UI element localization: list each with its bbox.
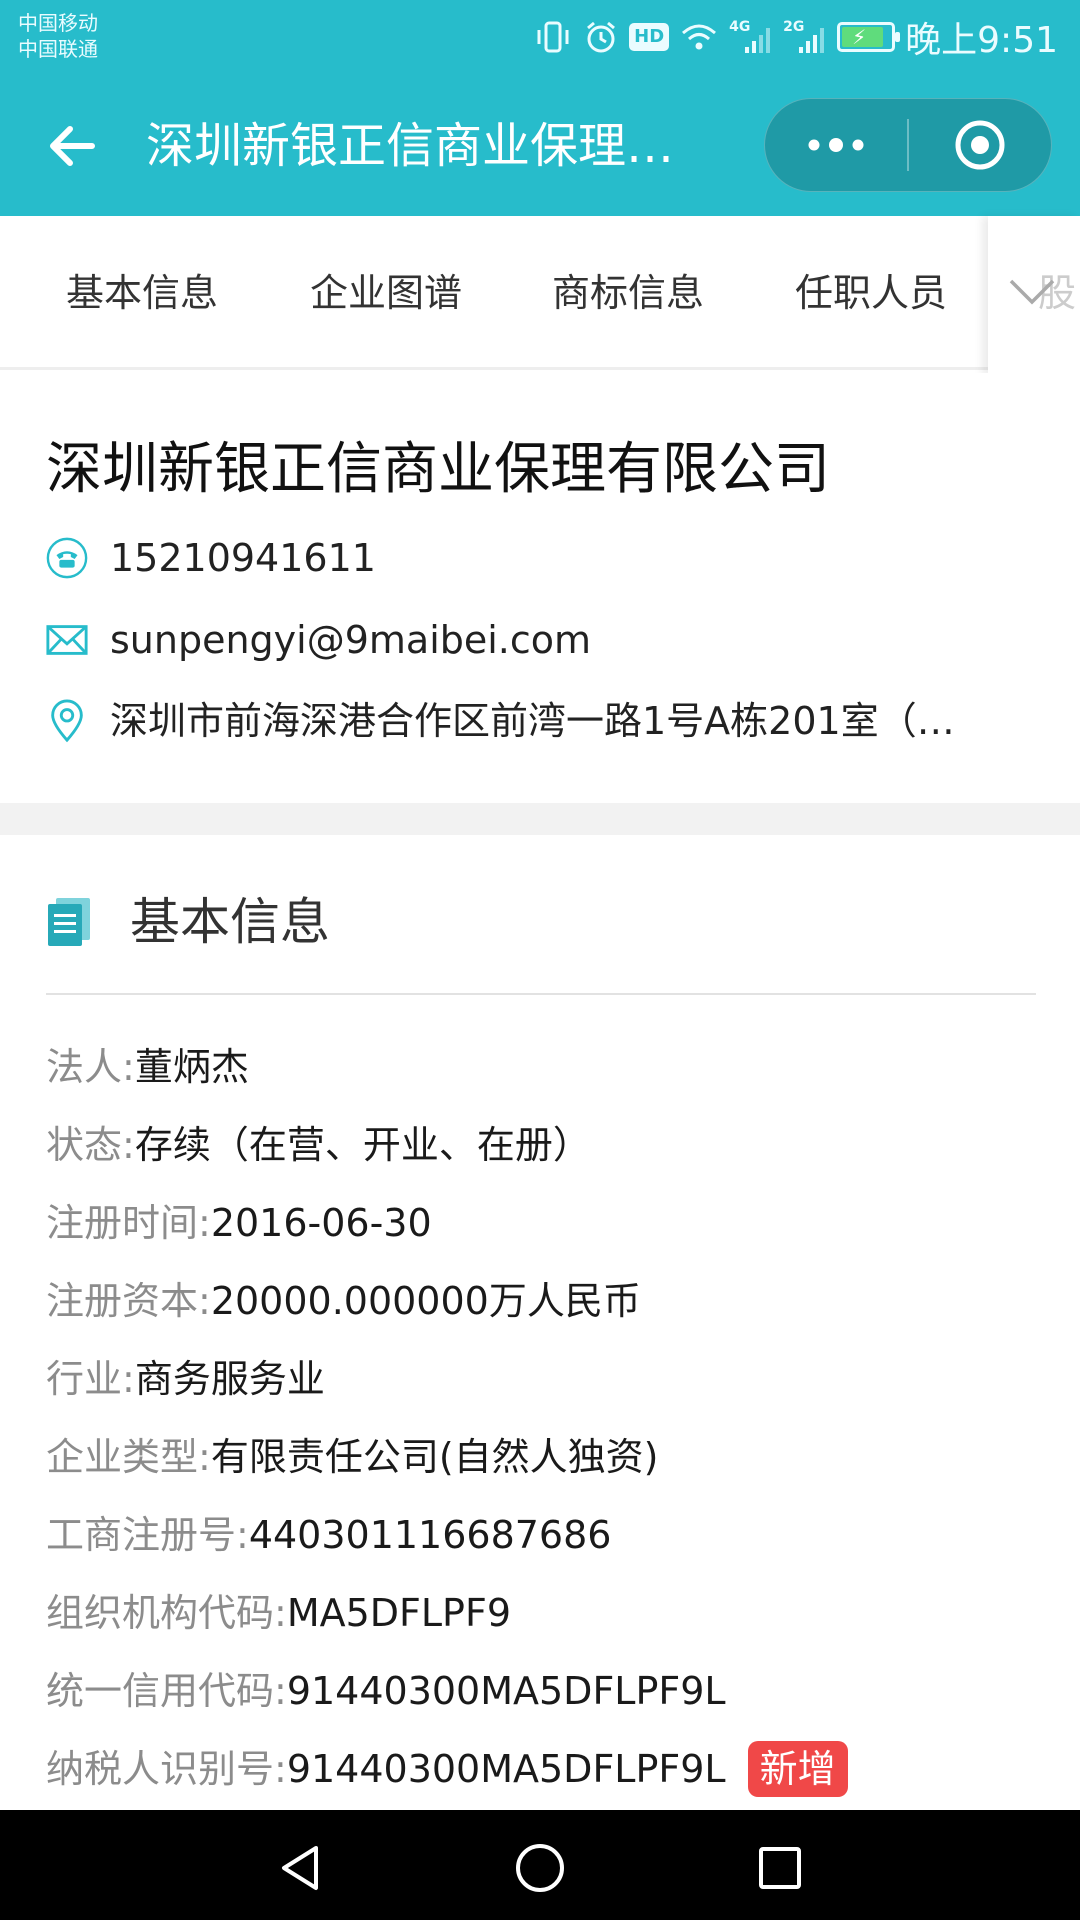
system-nav-bar [0, 1810, 1080, 1920]
back-arrow-icon [50, 126, 95, 166]
more-button[interactable] [765, 99, 907, 191]
info-value: MA5DFLPF9 [286, 1591, 512, 1635]
info-value: 商务服务业 [134, 1357, 325, 1401]
info-row-registered-capital: 注册资本: 20000.000000万人民币 [46, 1273, 641, 1329]
section-underline [46, 993, 1036, 995]
info-value: 91440300MA5DFLPF9L [286, 1669, 726, 1713]
info-value: 440301116687686 [248, 1513, 612, 1557]
phone-row[interactable]: 15210941611 [44, 530, 1034, 586]
wifi-icon [679, 19, 719, 55]
tab-trademark-info[interactable]: 商标信息 [552, 268, 704, 318]
app-screen: 中国移动 中国联通 HD 4G 2G ⚡ 晚上9:51 深圳新银正信商业保理有 … [0, 0, 1080, 1920]
info-label: 组织机构代码: [46, 1591, 287, 1635]
new-badge: 新增 [747, 1741, 848, 1797]
info-value: 2016-06-30 [210, 1201, 432, 1245]
basic-info-section: 基本信息 法人: 董炳杰 状态: 存续（在营、开业、在册） 注册时间: 2016-06… [0, 835, 1080, 1810]
info-row-taxpayer-id: 纳税人识别号: 91440300MA5DFLPF9L 新增 [46, 1741, 848, 1797]
location-pin-icon [44, 698, 90, 744]
more-dots-icon [808, 138, 864, 152]
section-divider [0, 803, 1080, 835]
circle-home-icon [516, 1844, 564, 1892]
system-recents-button[interactable] [750, 1838, 810, 1898]
email-row[interactable]: sunpengyi@9maibei.com [44, 612, 1034, 668]
carrier-1: 中国移动 [18, 11, 98, 35]
email-address: sunpengyi@9maibei.com [110, 618, 592, 662]
signal-1-icon: 4G [729, 19, 773, 55]
vibrate-icon [533, 19, 573, 55]
info-label: 工商注册号: [46, 1513, 249, 1557]
info-value: 有限责任公司(自然人独资) [210, 1435, 659, 1479]
close-mini-program-button[interactable] [909, 99, 1051, 191]
info-row-business-reg-number: 工商注册号: 440301116687686 [46, 1507, 611, 1563]
battery-icon: ⚡ [837, 22, 901, 52]
target-circle-icon [955, 120, 1005, 170]
tab-enterprise-graph[interactable]: 企业图谱 [310, 268, 462, 318]
status-bar: 中国移动 中国联通 HD 4G 2G ⚡ 晚上9:51 [0, 0, 1080, 78]
header: 中国移动 中国联通 HD 4G 2G ⚡ 晚上9:51 深圳新银正信商业保理有 [0, 0, 1080, 216]
info-row-legal-person: 法人: 董炳杰 [46, 1039, 249, 1095]
page-title: 深圳新银正信商业保理有限公司 [146, 118, 686, 174]
info-label: 纳税人识别号: [46, 1747, 287, 1791]
info-row-company-type: 企业类型: 有限责任公司(自然人独资) [46, 1429, 658, 1485]
info-row-credit-code: 统一信用代码: 91440300MA5DFLPF9L [46, 1663, 726, 1719]
nav-bar: 深圳新银正信商业保理有限公司 [0, 90, 1080, 200]
address-text: 深圳市前海深港合作区前湾一路1号A栋201室（入驻深圳市前海商务秘书有限公司） [110, 699, 990, 743]
info-value: 91440300MA5DFLPF9L [286, 1747, 726, 1791]
status-icons: HD 4G 2G ⚡ 晚上9:51 [533, 14, 1058, 61]
info-value: 20000.000000万人民币 [210, 1279, 641, 1323]
envelope-icon [44, 617, 90, 663]
back-button[interactable] [42, 116, 102, 176]
company-card: 深圳新银正信商业保理有限公司 15210941611 sunpengyi@9ma… [0, 373, 1080, 803]
info-label: 状态: [46, 1123, 135, 1167]
phone-icon [44, 535, 90, 581]
company-name: 深圳新银正信商业保理有限公司 [46, 437, 830, 502]
tab-expand-button[interactable]: 股 [988, 216, 1080, 376]
mini-program-capsule [764, 98, 1052, 192]
info-label: 法人: [46, 1045, 135, 1089]
section-header: 基本信息 [46, 887, 330, 957]
hd-icon: HD [629, 23, 670, 51]
info-row-industry: 行业: 商务服务业 [46, 1351, 325, 1407]
system-home-button[interactable] [510, 1838, 570, 1898]
info-label: 企业类型: [46, 1435, 211, 1479]
document-icon [48, 898, 90, 946]
square-recents-icon [759, 1847, 801, 1889]
info-label: 统一信用代码: [46, 1669, 287, 1713]
tab-bar: 基本信息 企业图谱 商标信息 任职人员 股 [0, 216, 1080, 376]
system-back-button[interactable] [270, 1838, 330, 1898]
carrier-2: 中国联通 [18, 37, 98, 61]
section-title: 基本信息 [130, 893, 330, 951]
info-value: 存续（在营、开业、在册） [134, 1123, 591, 1167]
phone-number: 15210941611 [110, 536, 376, 580]
alarm-icon [583, 19, 619, 55]
info-label: 注册时间: [46, 1201, 211, 1245]
charging-bolt-icon: ⚡ [852, 25, 867, 49]
tab-basic-info[interactable]: 基本信息 [66, 268, 218, 318]
info-label: 行业: [46, 1357, 135, 1401]
info-row-registration-date: 注册时间: 2016-06-30 [46, 1195, 432, 1251]
tab-staff[interactable]: 任职人员 [795, 268, 947, 318]
carrier-names: 中国移动 中国联通 [18, 10, 98, 62]
status-time: 晚上9:51 [905, 20, 1058, 61]
address-row[interactable]: 深圳市前海深港合作区前湾一路1号A栋201室（入驻深圳市前海商务秘书有限公司） [44, 693, 1034, 749]
signal-2-icon: 2G [783, 19, 827, 55]
info-row-org-code: 组织机构代码: MA5DFLPF9 [46, 1585, 511, 1641]
info-label: 注册资本: [46, 1279, 211, 1323]
triangle-back-icon [282, 1846, 318, 1890]
info-row-status: 状态: 存续（在营、开业、在册） [46, 1117, 591, 1173]
chevron-down-icon [1009, 279, 1055, 305]
info-value: 董炳杰 [134, 1045, 249, 1089]
